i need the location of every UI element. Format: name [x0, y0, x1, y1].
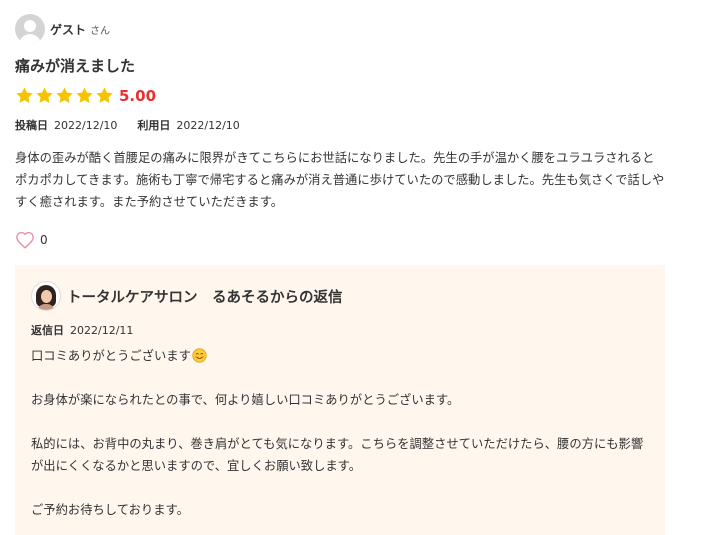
reviewer-name: ゲスト — [50, 22, 87, 37]
like-button[interactable]: 0 — [15, 231, 48, 249]
review-dates: 投稿日 2022/12/10 利用日 2022/12/10 — [15, 117, 240, 133]
smile-icon — [192, 348, 207, 363]
reply-date: 2022/12/11 — [70, 323, 134, 337]
like-count: 0 — [40, 233, 48, 247]
used-date: 2022/12/10 — [176, 118, 240, 132]
reply-line: お身体が楽になられたとの事で、何より嬉しい口コミありがとうございます。 — [31, 393, 460, 407]
reviewer-honorific: さん — [90, 25, 111, 37]
user-avatar-icon — [15, 14, 45, 44]
reply-dates: 返信日 2022/12/11 — [31, 322, 133, 338]
reply-line: ご予約お待ちしております。 — [31, 503, 189, 517]
star-icon — [75, 86, 94, 105]
heart-icon[interactable] — [15, 231, 35, 249]
reply-blank-line — [31, 411, 651, 433]
reply-header: トータルケアサロン るあそるからの返信 — [31, 281, 343, 311]
reply-blank-line — [31, 367, 651, 389]
rating-score: 5.00 — [119, 86, 157, 105]
shop-reply: トータルケアサロン るあそるからの返信 返信日 2022/12/11 口コミあり… — [15, 265, 665, 535]
posted-date-label: 投稿日 — [15, 119, 48, 132]
used-date-label: 利用日 — [137, 119, 171, 132]
star-icon — [15, 86, 34, 105]
reply-title: トータルケアサロン るあそるからの返信 — [67, 289, 343, 306]
rating: 5.00 — [15, 86, 156, 105]
posted-date: 2022/12/10 — [54, 118, 118, 132]
reply-line: 私的には、お背中の丸まり、巻き肩がとても気になります。こちらを調整させていただけ… — [31, 437, 644, 473]
star-icon — [35, 86, 54, 105]
star-icon — [55, 86, 74, 105]
review-card: ゲスト さん 痛みが消えました 5.00 投稿日 2022/12/10 利用日 … — [0, 0, 703, 535]
reply-body: 口コミありがとうございます お身体が楽になられたとの事で、何より嬉しい口コミあり… — [31, 345, 651, 521]
shop-avatar — [31, 281, 61, 311]
star-icon — [95, 86, 114, 105]
review-title: 痛みが消えました — [15, 57, 136, 75]
reply-blank-line — [31, 477, 651, 499]
reply-date-label: 返信日 — [31, 324, 64, 337]
review-body: 身体の歪みが酷く首腰足の痛みに限界がきてこちらにお世話になりました。先生の手が温… — [15, 151, 665, 209]
reply-line: 口コミありがとうございます — [31, 345, 651, 367]
reviewer-row: ゲスト さん — [15, 13, 110, 45]
